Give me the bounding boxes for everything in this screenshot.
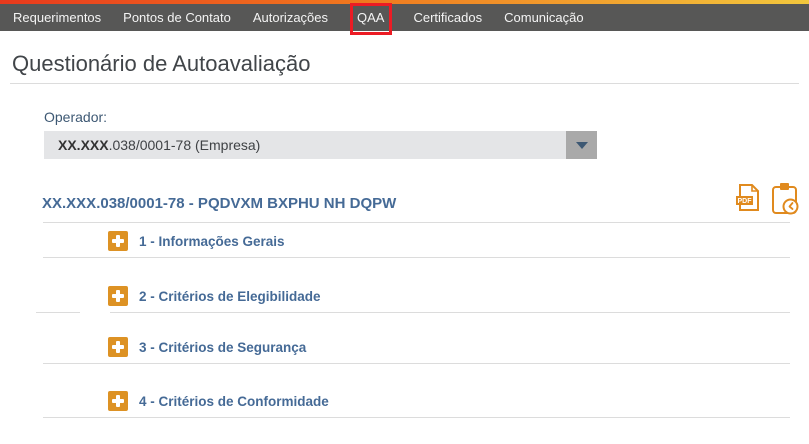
section-label[interactable]: 1 - Informações Gerais [139, 234, 285, 249]
expand-plus-icon[interactable] [108, 231, 128, 251]
operator-cnpj-prefix: XX.XXX [58, 137, 109, 153]
section-1-toggle[interactable]: 1 - Informações Gerais [108, 231, 285, 251]
nav-item-certificados[interactable]: Certificados [402, 4, 493, 31]
section-3-toggle[interactable]: 3 - Critérios de Segurança [108, 337, 306, 357]
pdf-icon: PDF [733, 181, 764, 214]
svg-text:PDF: PDF [738, 198, 753, 205]
section-row-3: 3 - Critérios de Segurança [43, 312, 790, 364]
expand-plus-icon[interactable] [108, 286, 128, 306]
nav-item-autorizacoes[interactable]: Autorizações [242, 4, 339, 31]
page-title: Questionário de Autoavaliação [12, 52, 310, 76]
nav-item-qaa-label: QAA [357, 10, 384, 25]
section-row-1: 1 - Informações Gerais [43, 223, 790, 258]
operator-selected-value: XX.XXX.038/0001-78 (Empresa) [44, 137, 260, 153]
expand-plus-icon[interactable] [108, 391, 128, 411]
questionnaire-header: XX.XXX.038/0001-78 - PQDVXM BXPHU NH DQP… [42, 194, 396, 214]
section-2-toggle[interactable]: 2 - Critérios de Elegibilidade [108, 286, 321, 306]
section-4-toggle[interactable]: 4 - Critérios de Conformidade [108, 391, 329, 411]
chevron-down-icon [576, 142, 588, 149]
questionnaire-toolbar: PDF [733, 181, 803, 215]
title-divider [10, 83, 799, 84]
history-button[interactable] [769, 181, 802, 215]
nav-item-pontos-de-contato[interactable]: Pontos de Contato [112, 4, 242, 31]
operator-select[interactable]: XX.XXX.038/0001-78 (Empresa) [44, 131, 597, 159]
section-label[interactable]: 2 - Critérios de Elegibilidade [139, 289, 321, 304]
clipboard-history-icon [769, 181, 802, 217]
section-row-4: 4 - Critérios de Conformidade [43, 364, 790, 418]
section-label[interactable]: 4 - Critérios de Conformidade [139, 394, 329, 409]
nav-item-requerimentos[interactable]: Requerimentos [2, 4, 112, 31]
expand-plus-icon[interactable] [108, 337, 128, 357]
section-label[interactable]: 3 - Critérios de Segurança [139, 340, 306, 355]
operator-select-caret-button[interactable] [566, 131, 597, 159]
sections-list: 1 - Informações Gerais 2 - Critérios de … [43, 222, 790, 418]
section-row-2: 2 - Critérios de Elegibilidade [43, 258, 790, 312]
main-nav: Requerimentos Pontos de Contato Autoriza… [0, 4, 809, 31]
operator-cnpj-rest: .038/0001-78 (Empresa) [109, 137, 261, 153]
nav-item-qaa[interactable]: QAA [346, 4, 395, 31]
operator-label: Operador: [44, 109, 107, 125]
nav-item-comunicacao[interactable]: Comunicação [493, 4, 595, 31]
export-pdf-button[interactable]: PDF [733, 181, 764, 215]
